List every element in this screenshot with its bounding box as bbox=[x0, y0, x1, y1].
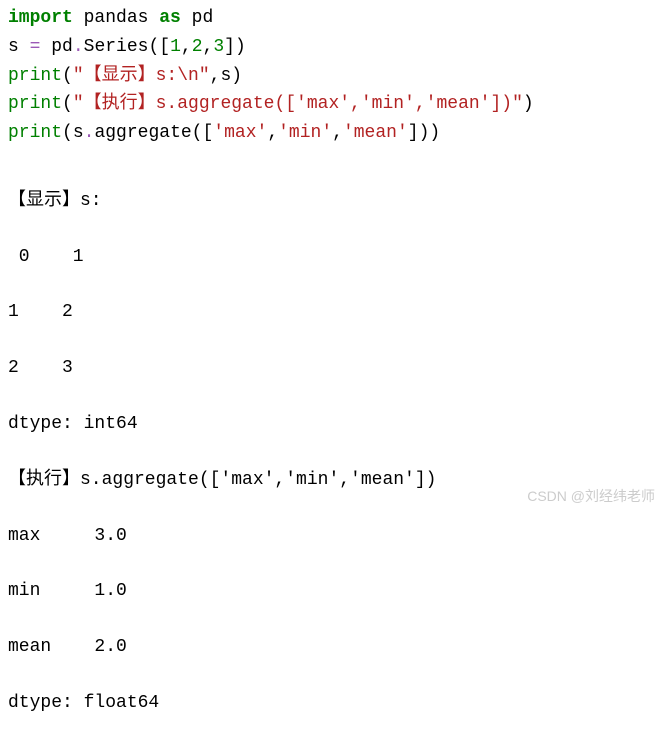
output-line: 2 3 bbox=[8, 355, 659, 383]
keyword-as: as bbox=[159, 8, 181, 28]
str-min: 'min' bbox=[278, 123, 332, 143]
output-line: 【显示】s: bbox=[8, 188, 659, 216]
code-line-1: import pandas as pd bbox=[8, 4, 659, 33]
output-line: dtype: int64 bbox=[8, 411, 659, 439]
comma: , bbox=[203, 37, 214, 57]
rparen: ) bbox=[235, 37, 246, 57]
code-line-3: print("【显示】s:\n",s) bbox=[8, 62, 659, 91]
dot: . bbox=[73, 37, 84, 57]
comma: , bbox=[210, 66, 221, 86]
lparen: ( bbox=[62, 123, 73, 143]
comma: , bbox=[267, 123, 278, 143]
lparen: ( bbox=[62, 66, 73, 86]
operator-assign: = bbox=[30, 37, 41, 57]
lbracket: [ bbox=[202, 123, 213, 143]
output-line: min 1.0 bbox=[8, 578, 659, 606]
num-2: 2 bbox=[192, 37, 203, 57]
comma: , bbox=[181, 37, 192, 57]
lparen: ( bbox=[148, 37, 159, 57]
num-1: 1 bbox=[170, 37, 181, 57]
variable: s bbox=[8, 37, 30, 57]
alias-name: pd bbox=[181, 8, 213, 28]
rparen: ) bbox=[231, 66, 242, 86]
output-line: 1 2 bbox=[8, 299, 659, 327]
output-block: 【显示】s: 0 1 1 2 2 3 dtype: int64 【执行】s.ag… bbox=[8, 160, 659, 746]
module-name: pandas bbox=[73, 8, 159, 28]
output-line: dtype: float64 bbox=[8, 690, 659, 718]
watermark: CSDN @刘经纬老师 bbox=[527, 485, 655, 507]
lparen2: ( bbox=[192, 123, 203, 143]
lparen: ( bbox=[62, 94, 73, 114]
output-line: 0 1 bbox=[8, 244, 659, 272]
var-s: s bbox=[73, 123, 84, 143]
print-fn: print bbox=[8, 66, 62, 86]
code-line-2: s = pd.Series([1,2,3]) bbox=[8, 33, 659, 62]
method-aggregate: aggregate bbox=[94, 123, 191, 143]
num-3: 3 bbox=[213, 37, 224, 57]
rparen: ) bbox=[429, 123, 440, 143]
print-fn: print bbox=[8, 94, 62, 114]
string-literal: "【显示】s:\n" bbox=[73, 66, 210, 86]
print-fn: print bbox=[8, 123, 62, 143]
rparen: ) bbox=[523, 94, 534, 114]
var-s: s bbox=[220, 66, 231, 86]
str-mean: 'mean' bbox=[343, 123, 408, 143]
pd-ref: pd bbox=[40, 37, 72, 57]
dot: . bbox=[84, 123, 95, 143]
rbracket: ] bbox=[224, 37, 235, 57]
code-line-4: print("【执行】s.aggregate(['max','min','mea… bbox=[8, 90, 659, 119]
output-line: max 3.0 bbox=[8, 523, 659, 551]
keyword-import: import bbox=[8, 8, 73, 28]
lbracket: [ bbox=[159, 37, 170, 57]
output-line: mean 2.0 bbox=[8, 634, 659, 662]
comma: , bbox=[332, 123, 343, 143]
rbracket: ] bbox=[408, 123, 419, 143]
str-max: 'max' bbox=[213, 123, 267, 143]
code-block: import pandas as pd s = pd.Series([1,2,3… bbox=[8, 4, 659, 148]
code-line-5: print(s.aggregate(['max','min','mean'])) bbox=[8, 119, 659, 148]
method-series: Series bbox=[84, 37, 149, 57]
string-literal: "【执行】s.aggregate(['max','min','mean'])" bbox=[73, 94, 523, 114]
rparen2: ) bbox=[419, 123, 430, 143]
